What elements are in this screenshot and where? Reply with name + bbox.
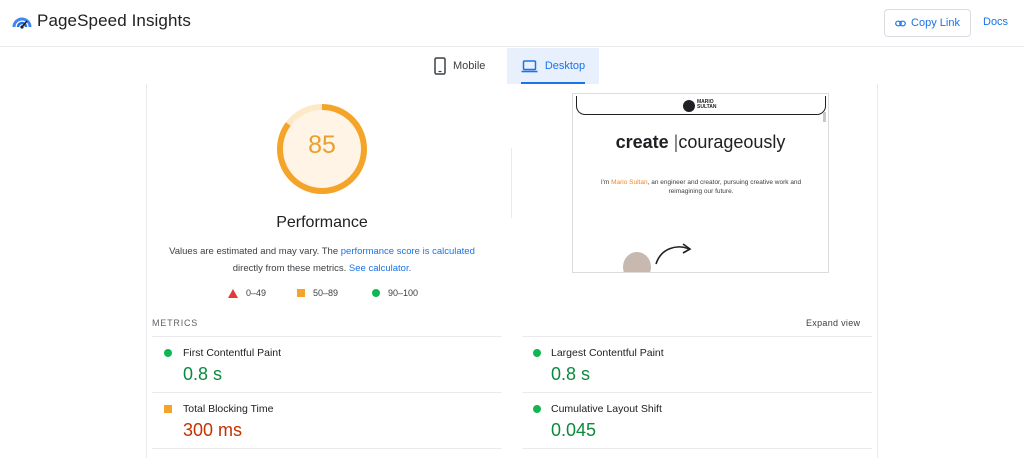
- green-circle-icon: [372, 289, 380, 297]
- legend-item-fail: 0–49: [228, 288, 266, 298]
- section-divider: [511, 148, 512, 218]
- tab-desktop-label: Desktop: [544, 60, 586, 72]
- intro-name: Mario Sultan: [611, 179, 648, 186]
- metrics-heading: METRICS: [152, 318, 199, 328]
- legend-item-pass: 90–100: [372, 288, 418, 298]
- legend-label: 90–100: [388, 288, 419, 298]
- metric-divider: [522, 336, 872, 337]
- legend-label: 0–49: [246, 288, 267, 298]
- metric-divider: [152, 392, 502, 393]
- expand-view-toggle[interactable]: Expand view: [806, 318, 860, 328]
- metric-cls-value: 0.045: [551, 420, 597, 440]
- brand-name-line-2: SULTAN: [697, 104, 717, 110]
- metric-fcp-name: First Contentful Paint: [183, 347, 282, 359]
- metric-lcp-value: 0.8 s: [551, 364, 591, 384]
- red-triangle-icon: [228, 288, 238, 298]
- legend-label: 50–89: [313, 288, 339, 298]
- copy-link-label: Copy Link: [911, 17, 960, 29]
- laptop-icon: [521, 59, 538, 72]
- metric-tbt-name: Total Blocking Time: [183, 403, 274, 415]
- hero-bold: create: [615, 132, 669, 152]
- orange-square-icon: [297, 289, 305, 297]
- metric-divider: [522, 448, 872, 449]
- metric-divider: [152, 336, 502, 337]
- hero-rest: courageously: [678, 132, 786, 152]
- phone-icon: [434, 57, 446, 75]
- metric-cls-name: Cumulative Layout Shift: [551, 403, 662, 415]
- preview-scrollbar: [823, 112, 826, 122]
- intro-start: I'm: [600, 179, 610, 186]
- portrait-image: [623, 252, 651, 272]
- desc-text-1: Values are estimated and may vary. The: [169, 246, 339, 257]
- page-screenshot-preview: MARIO SULTAN create |courageously I'm Ma…: [572, 93, 829, 273]
- tab-mobile-label: Mobile: [453, 60, 486, 72]
- see-calculator-link[interactable]: See calculator.: [349, 263, 411, 274]
- score-description: Values are estimated and may vary. The p…: [160, 243, 484, 277]
- preview-intro-text: I'm Mario Sultan, an engineer and creato…: [591, 178, 811, 196]
- intro-end: , an engineer and creator, pursuing crea…: [647, 179, 802, 195]
- docs-link[interactable]: Docs: [983, 16, 1008, 28]
- metric-fcp-value: 0.8 s: [183, 364, 223, 384]
- curved-arrow-icon: [655, 243, 692, 265]
- desc-text-2: directly from these metrics.: [232, 263, 347, 274]
- app-header: PageSpeed Insights Copy Link Docs: [0, 0, 1024, 47]
- metric-tbt-value: 300 ms: [183, 420, 243, 440]
- performance-title: Performance: [276, 214, 368, 231]
- metric-divider: [522, 392, 872, 393]
- pass-indicator-icon: [164, 349, 172, 357]
- metric-lcp-name: Largest Contentful Paint: [551, 347, 664, 359]
- brand-name: MARIO SULTAN: [697, 100, 717, 110]
- app-title: PageSpeed Insights: [37, 11, 191, 30]
- pagespeed-logo-icon[interactable]: [12, 12, 32, 32]
- legend-item-average: 50–89: [297, 288, 338, 298]
- performance-score-value: 85: [308, 131, 336, 159]
- tab-desktop[interactable]: Desktop: [507, 48, 599, 84]
- score-calculation-link[interactable]: performance score is calculated: [341, 246, 475, 257]
- tab-mobile[interactable]: Mobile: [434, 48, 506, 84]
- brand-logo-icon: [683, 100, 695, 112]
- metric-divider: [152, 448, 502, 449]
- average-indicator-icon: [164, 405, 172, 413]
- pass-indicator-icon: [533, 349, 541, 357]
- copy-link-button[interactable]: Copy Link: [884, 9, 971, 37]
- pass-indicator-icon: [533, 405, 541, 413]
- link-icon: [895, 20, 906, 26]
- preview-hero-heading: create |courageously: [573, 132, 828, 153]
